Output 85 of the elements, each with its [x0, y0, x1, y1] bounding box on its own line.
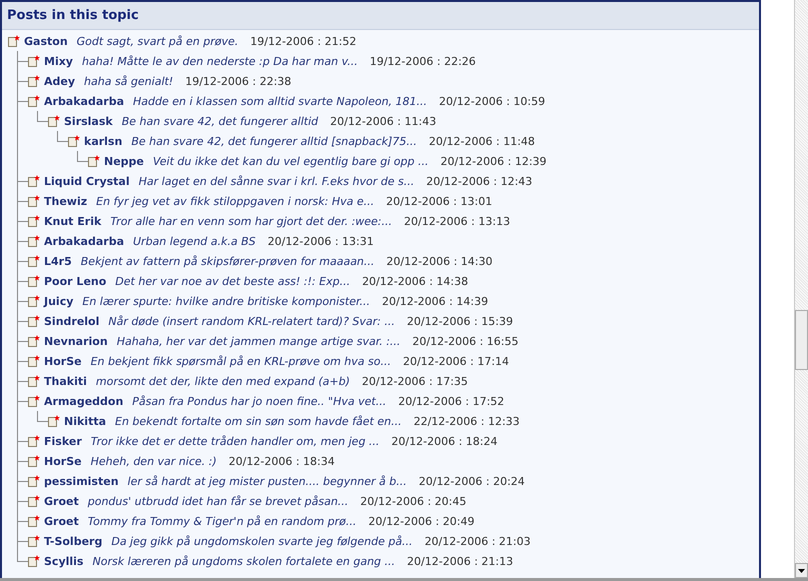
post-link[interactable]: Hadde en i klassen som alltid svarte Napoleon, 181...: [133, 94, 428, 108]
post-date: 20/12-2006 : 20:24: [418, 474, 525, 488]
post-date: 20/12-2006 : 17:35: [362, 374, 468, 388]
post-date: 20/12-2006 : 11:48: [428, 134, 535, 148]
post-link[interactable]: Tror alle har en venn som har gjort det der. :wee:...: [110, 214, 392, 228]
post-date: 20/12-2006 : 11:43: [330, 114, 436, 128]
post-date: 20/12-2006 : 14:38: [362, 274, 468, 288]
post-date: 20/12-2006 : 10:59: [439, 94, 546, 108]
author-name: pessimisten: [44, 474, 119, 488]
author-name: Knut Erik: [44, 214, 102, 228]
author-name: Armageddon: [44, 394, 124, 408]
post-link[interactable]: Norsk læreren på ungdoms skolen fortalete en gang ...: [92, 554, 396, 568]
author-name: Nevnarion: [44, 334, 108, 348]
panel-title: Posts in this topic: [7, 8, 139, 23]
post-link[interactable]: Be han svare 42, det fungerer alltid [snapback]75...: [131, 134, 417, 148]
post-link[interactable]: Hahaha, her var det jammen mange artige svar. :...: [116, 334, 400, 348]
post-date: 20/12-2006 : 14:30: [386, 254, 492, 268]
author-name: HorSe: [44, 454, 82, 468]
post-date: 20/12-2006 : 21:03: [424, 534, 531, 548]
author-name: HorSe: [44, 354, 82, 368]
down-arrow-icon: [798, 568, 806, 572]
post-date: 20/12-2006 : 14:39: [382, 294, 488, 308]
author-name: Adey: [44, 74, 76, 88]
author-name: Nikitta: [64, 414, 106, 428]
post-link[interactable]: Tommy fra Tommy & Tiger'n på en random prø...: [88, 514, 356, 528]
author-name: karlsn: [84, 134, 122, 148]
post-link[interactable]: Veit du ikke det kan du vel egentlig bare gi opp ...: [152, 154, 428, 168]
author-name: Juicy: [44, 294, 74, 308]
author-name: Sirslask: [64, 114, 113, 128]
post-date: 19/12-2006 : 21:52: [250, 34, 356, 48]
post-link[interactable]: Urban legend a.k.a BS: [133, 234, 256, 248]
post-date: 20/12-2006 : 13:31: [268, 234, 374, 248]
author-name: Arbakadarba: [44, 94, 124, 108]
post-link[interactable]: Tror ikke det er dette tråden handler om, men jeg ...: [90, 434, 380, 448]
post-date: 20/12-2006 : 12:39: [440, 154, 547, 168]
post-date: 22/12-2006 : 12:33: [414, 414, 520, 428]
author-name: Poor Leno: [44, 274, 106, 288]
post-date: 20/12-2006 : 20:45: [360, 494, 466, 508]
author-name: Scyllis: [44, 554, 84, 568]
post-date: 20/12-2006 : 20:49: [368, 514, 474, 528]
post-date: 20/12-2006 : 18:34: [228, 454, 335, 468]
post-link[interactable]: Har laget en del sånne svar i krl. F.eks hvor de s...: [138, 174, 414, 188]
post-date: 19/12-2006 : 22:38: [185, 74, 292, 88]
scroll-down-button[interactable]: [795, 563, 808, 578]
author-name: Groet: [44, 494, 79, 508]
post-link[interactable]: haha! Måtte le av den nederste :p Da har man v...: [82, 54, 358, 68]
post-link[interactable]: Godt sagt, svart på en prøve.: [76, 34, 238, 48]
post-date: 20/12-2006 : 17:52: [398, 394, 504, 408]
post-link[interactable]: Bekjent av fattern på skipsfører-prøven for maaaan...: [80, 254, 374, 268]
post-link[interactable]: ler så hardt at jeg mister pusten.... begynner å b...: [128, 474, 407, 488]
post-link[interactable]: Da jeg gikk på ungdomskolen svarte jeg følgende på...: [111, 534, 413, 548]
post-date: 20/12-2006 : 13:13: [404, 214, 510, 228]
post-date: 20/12-2006 : 12:43: [426, 174, 532, 188]
post-link[interactable]: Det her var noe av det beste ass! :!: Exp...: [115, 274, 350, 288]
post-date: 20/12-2006 : 18:24: [391, 434, 498, 448]
author-name: Mixy: [44, 54, 73, 68]
author-name: Groet: [44, 514, 79, 528]
author-name: L4r5: [44, 254, 72, 268]
author-name: Thakiti: [44, 374, 87, 388]
post-date: 20/12-2006 : 21:13: [407, 554, 514, 568]
post-link[interactable]: Når døde (insert random KRL-relatert tard)? Svar: ...: [108, 314, 395, 328]
post-link[interactable]: haha så genialt!: [84, 74, 174, 88]
post-date: 19/12-2006 : 22:26: [370, 54, 476, 68]
scrollbar-thumb[interactable]: [795, 310, 808, 370]
author-name: Arbakadarba: [44, 234, 124, 248]
post-date: 20/12-2006 : 17:14: [402, 354, 510, 368]
post-date: 20/12-2006 : 16:55: [412, 334, 518, 348]
post-date: 20/12-2006 : 13:01: [386, 194, 492, 208]
post-link[interactable]: morsomt det der, likte den med expand (a+b): [96, 374, 350, 388]
author-name: Liquid Crystal: [44, 174, 130, 188]
author-name: Fisker: [44, 434, 82, 448]
post-link[interactable]: Påsan fra Pondus har jo noen fine.. "Hva vet...: [132, 394, 386, 408]
author-name: Thewiz: [44, 194, 88, 208]
post-date: 20/12-2006 : 15:39: [406, 314, 513, 328]
author-name: T-Solberg: [44, 534, 102, 548]
post-link[interactable]: En bekendt fortalte om sin søn som havde fået en...: [115, 414, 402, 428]
author-name: Neppe: [104, 154, 144, 168]
post-link[interactable]: En bekjent fikk spørsmål på en KRL-prøve om hva so...: [90, 354, 391, 368]
post-link[interactable]: Be han svare 42, det fungerer alltid: [122, 114, 318, 128]
author-name: Sindrelol: [44, 314, 100, 328]
post-link[interactable]: pondus' utbrudd idet han får se brevet påsan...: [88, 494, 348, 508]
post-link[interactable]: En fyr jeg vet av fikk stiloppgaven i norsk: Hva e...: [96, 194, 374, 208]
post-link[interactable]: Heheh, den var nice. :): [90, 454, 217, 468]
post-link[interactable]: En lærer spurte: hvilke andre britiske komponister...: [82, 294, 370, 308]
author-name: Gaston: [24, 34, 68, 48]
